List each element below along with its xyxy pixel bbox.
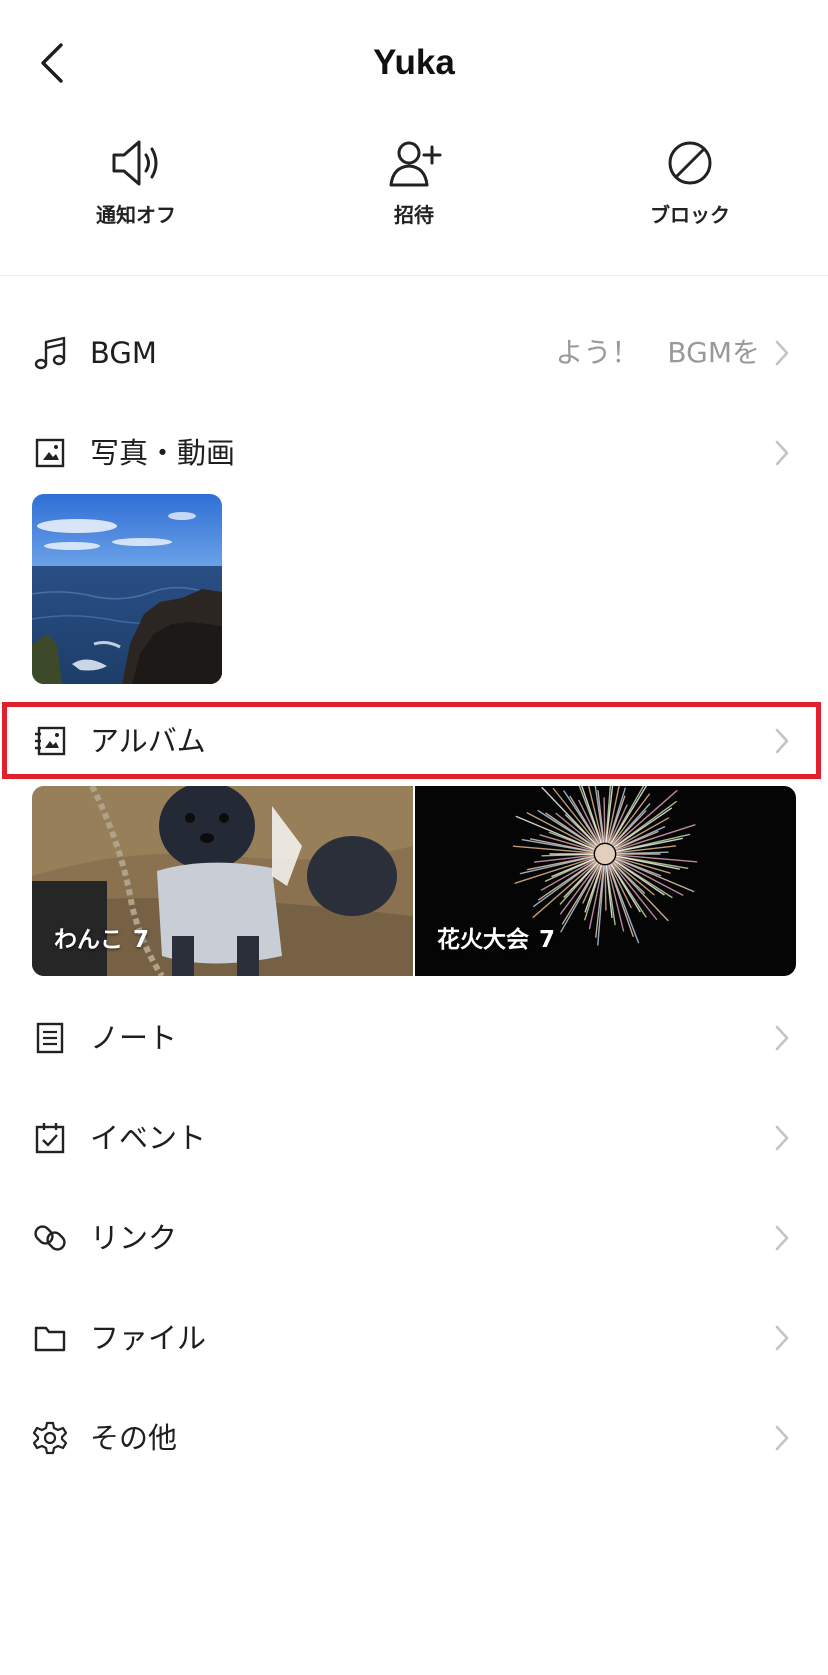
photo-thumbnail[interactable] (32, 494, 222, 684)
menu-item-bgm[interactable]: BGM よう！ BGMを (0, 308, 828, 398)
menu-item-other[interactable]: その他 (0, 1393, 828, 1483)
note-icon (36, 1022, 64, 1054)
section-divider (0, 275, 828, 276)
album-card-fireworks[interactable]: 花火大会 7 (415, 786, 796, 976)
block-button[interactable]: ブロック (600, 125, 780, 245)
add-user-icon (389, 141, 442, 187)
link-icon (34, 1225, 66, 1251)
chevron-right-icon (775, 340, 789, 366)
gear-icon (32, 1421, 68, 1455)
album-card-dog[interactable]: わんこ 7 (32, 786, 413, 976)
invite-label: 招待 (394, 203, 434, 227)
invite-button[interactable]: 招待 (324, 125, 504, 245)
album-count: 7 (539, 927, 556, 953)
notifications-off-button[interactable]: 通知オフ (46, 125, 226, 245)
folder-icon (34, 1326, 66, 1352)
header: Yuka (0, 0, 828, 125)
speaker-icon (112, 140, 158, 186)
notifications-off-label: 通知オフ (96, 203, 176, 227)
chevron-right-icon (775, 1025, 789, 1051)
album-name: わんこ (54, 927, 123, 953)
album-caption: わんこ 7 (54, 924, 149, 956)
menu-item-label: ノート (90, 1021, 178, 1055)
menu-item-label: リンク (90, 1221, 178, 1255)
block-icon (668, 141, 712, 185)
menu-item-file[interactable]: ファイル (0, 1293, 828, 1383)
menu-item-label: ファイル (90, 1321, 207, 1355)
menu-item-label: BGM (90, 336, 157, 370)
calendar-check-icon (35, 1123, 65, 1154)
highlight-annotation (2, 702, 821, 779)
chevron-right-icon (775, 440, 789, 466)
menu-item-link[interactable]: リンク (0, 1193, 828, 1283)
album-name: 花火大会 (437, 927, 529, 953)
chevron-right-icon (775, 1425, 789, 1451)
album-caption: 花火大会 7 (437, 924, 555, 956)
action-bar: 通知オフ 招待 ブロック (0, 125, 828, 275)
album-list: わんこ 7 花火大会 7 (32, 786, 796, 976)
music-note-icon (34, 336, 66, 370)
page-title: Yuka (373, 43, 455, 82)
menu-item-event[interactable]: イベント (0, 1093, 828, 1183)
chevron-right-icon (775, 1125, 789, 1151)
menu-item-photos-videos[interactable]: 写真・動画 (0, 408, 828, 498)
block-label: ブロック (650, 203, 730, 227)
photo-icon (35, 438, 65, 468)
menu-item-label: その他 (90, 1421, 178, 1455)
menu-item-label: イベント (90, 1121, 207, 1155)
menu-item-note[interactable]: ノート (0, 993, 828, 1083)
chevron-right-icon (775, 1325, 789, 1351)
album-count: 7 (133, 927, 150, 953)
menu-item-label: 写真・動画 (90, 436, 236, 470)
seascape-photo (32, 494, 222, 684)
bgm-song-value: よう！ BGMを (555, 336, 760, 369)
chevron-right-icon (775, 1225, 789, 1251)
